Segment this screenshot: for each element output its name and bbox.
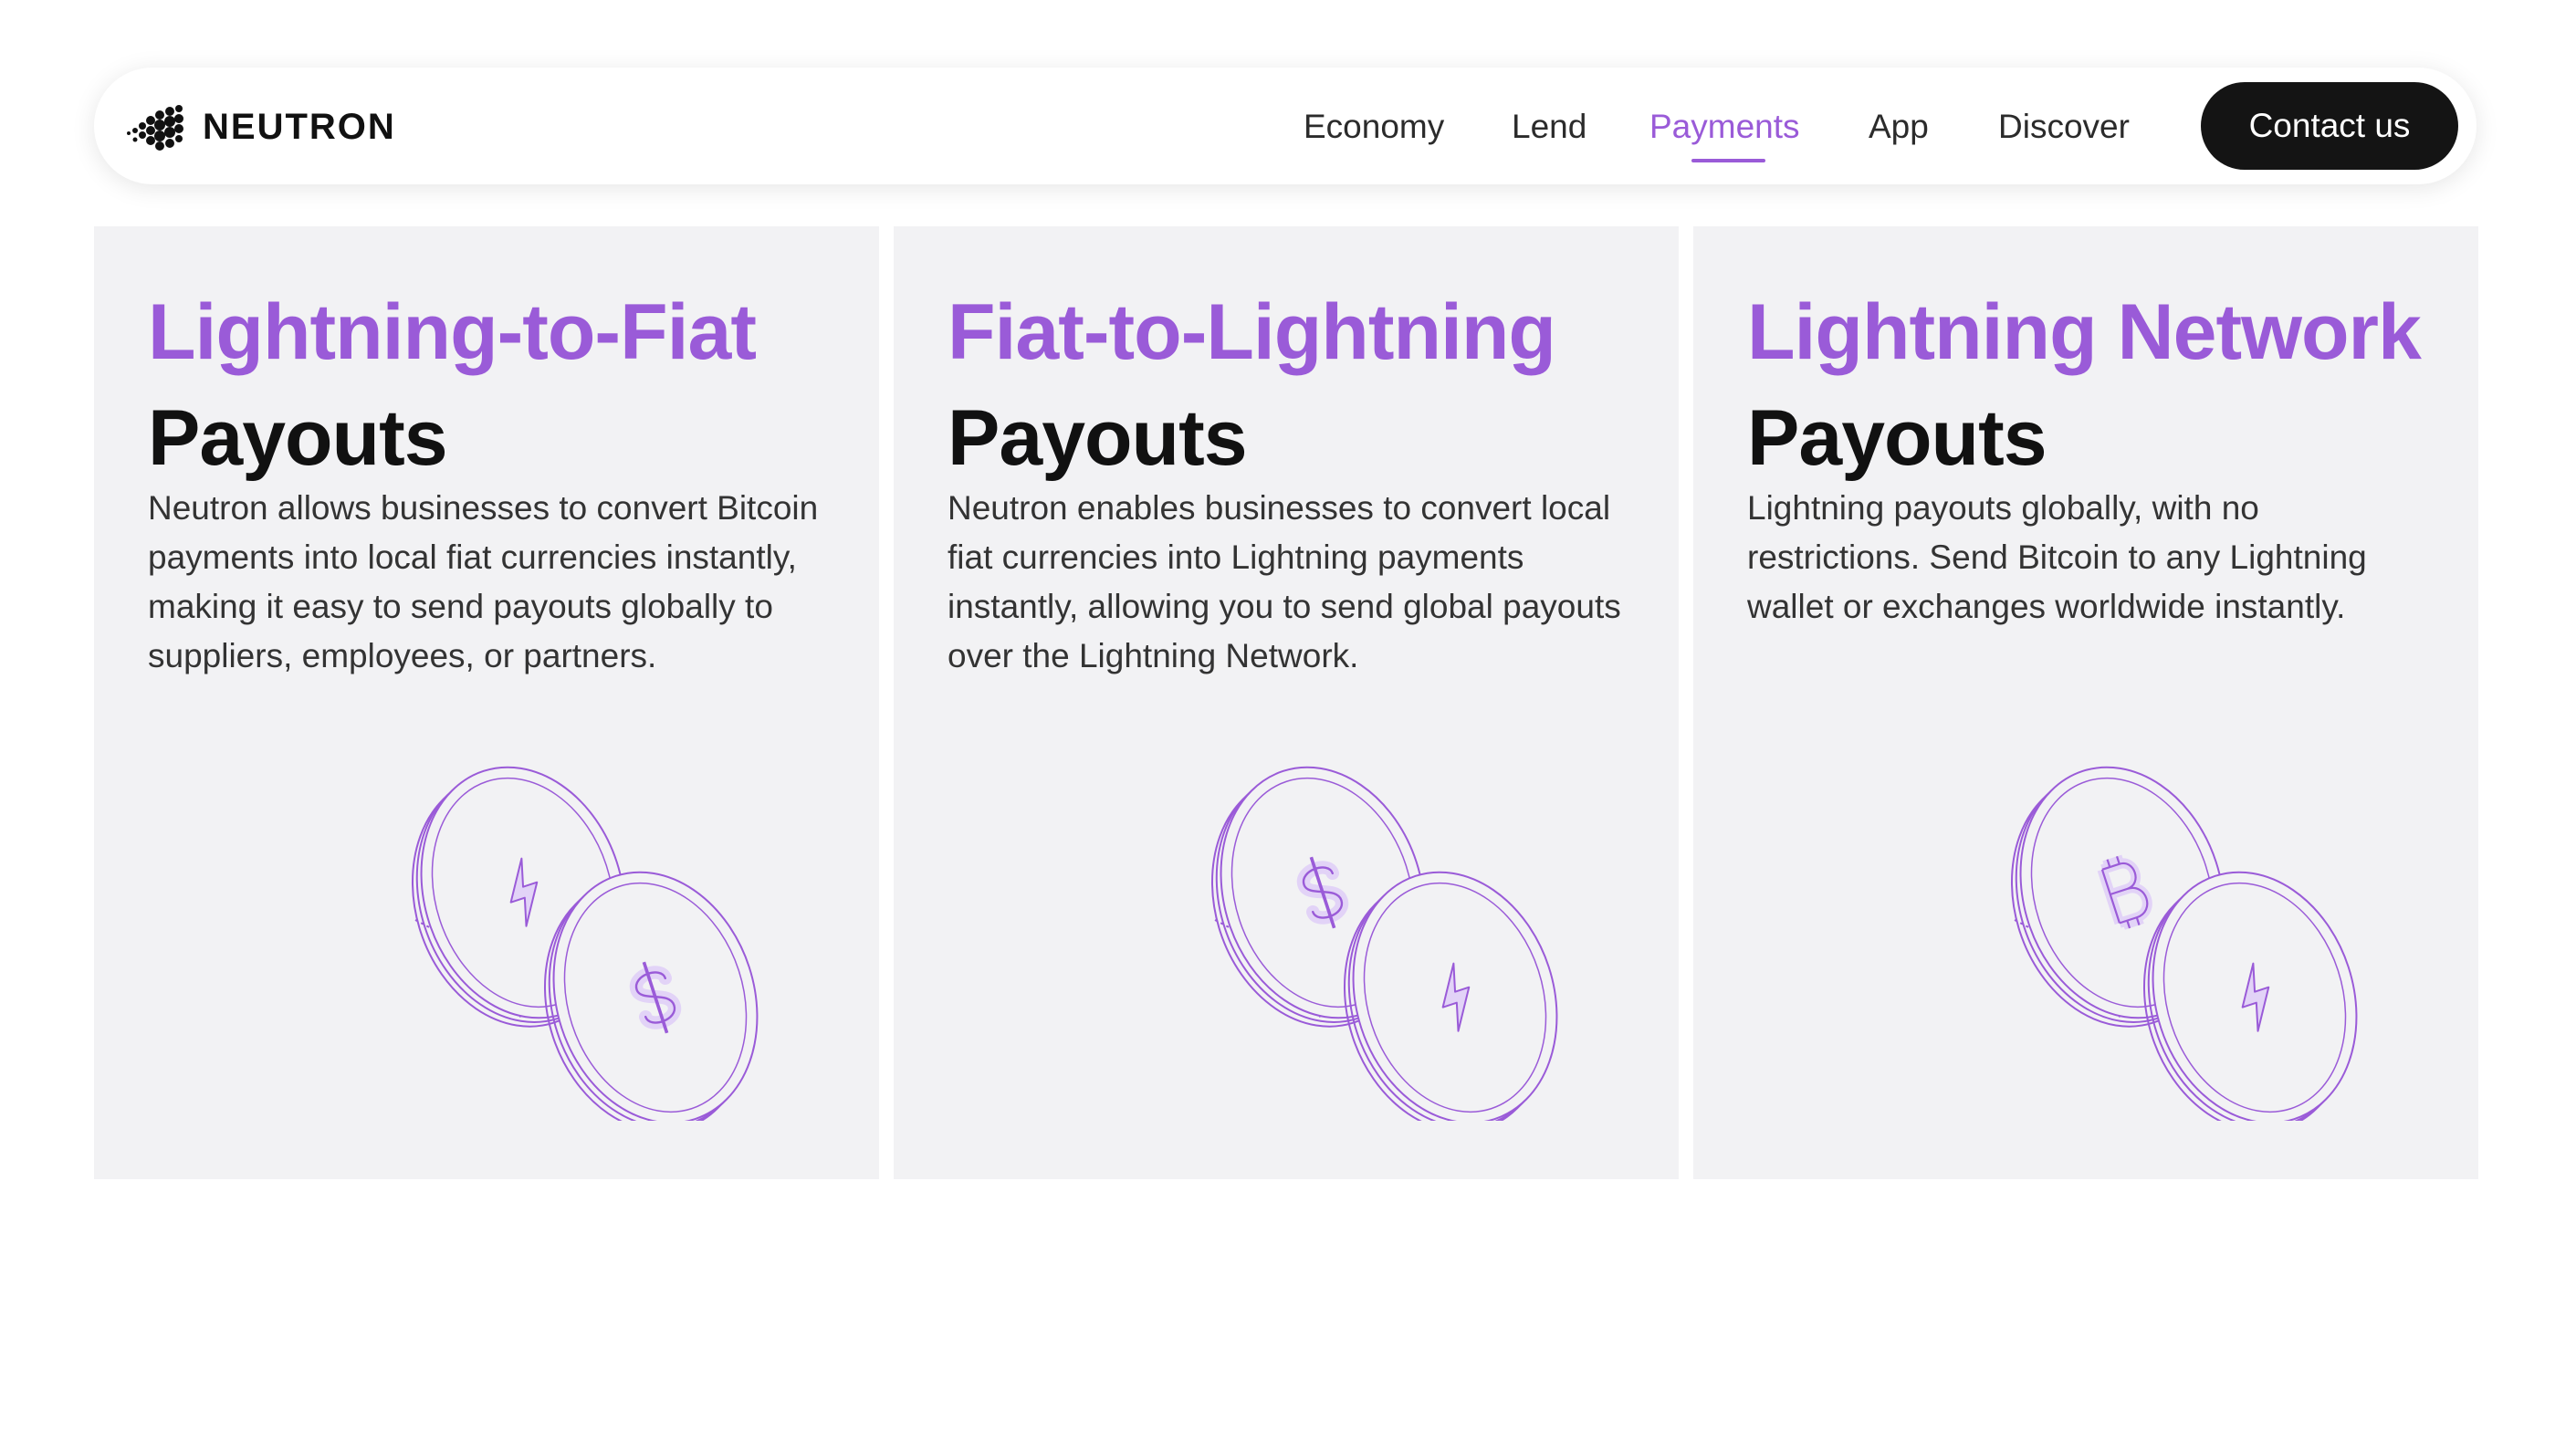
card-title-accent: Fiat-to-Lightning [948,288,1556,376]
nav-item-payments[interactable]: Payments [1649,107,1800,147]
bitcoin-to-lightning-coins-icon [2004,739,2391,1121]
card-title: Lightning Network Payouts [1747,279,2422,491]
card-title: Lightning-to-Fiat Payouts [148,279,757,491]
card-lightning-network: Lightning Network Payouts Lightning payo… [1693,226,2478,1179]
card-lightning-to-fiat: Lightning-to-Fiat Payouts Neutron allows… [94,226,879,1179]
nav-item-economy[interactable]: Economy [1304,107,1444,147]
card-title-main: Payouts [148,394,448,482]
card-title-accent: Lightning-to-Fiat [148,288,757,376]
contact-us-button[interactable]: Contact us [2201,82,2458,170]
nav-item-app[interactable]: App [1869,107,1929,147]
card-description: Neutron enables businesses to convert lo… [948,489,1621,674]
card-title-main: Payouts [1747,394,2047,482]
top-navbar: NEUTRON Economy Lend Payments App Discov… [94,68,2477,184]
lightning-to-dollar-coins-icon [404,739,791,1121]
nav-item-lend[interactable]: Lend [1512,107,1586,147]
active-nav-indicator [1691,159,1765,162]
card-title-accent: Lightning Network [1747,288,2422,376]
card-title-main: Payouts [948,394,1248,482]
card-title: Fiat-to-Lightning Payouts [948,279,1556,491]
card-fiat-to-lightning: Fiat-to-Lightning Payouts Neutron enable… [894,226,1679,1179]
main-nav: Economy Lend Payments App Discover [94,68,2477,184]
nav-item-discover[interactable]: Discover [1998,107,2130,147]
card-description: Neutron allows businesses to convert Bit… [148,489,819,674]
card-description: Lightning payouts globally, with no rest… [1747,489,2367,625]
dollar-to-lightning-coins-icon [1204,739,1591,1121]
